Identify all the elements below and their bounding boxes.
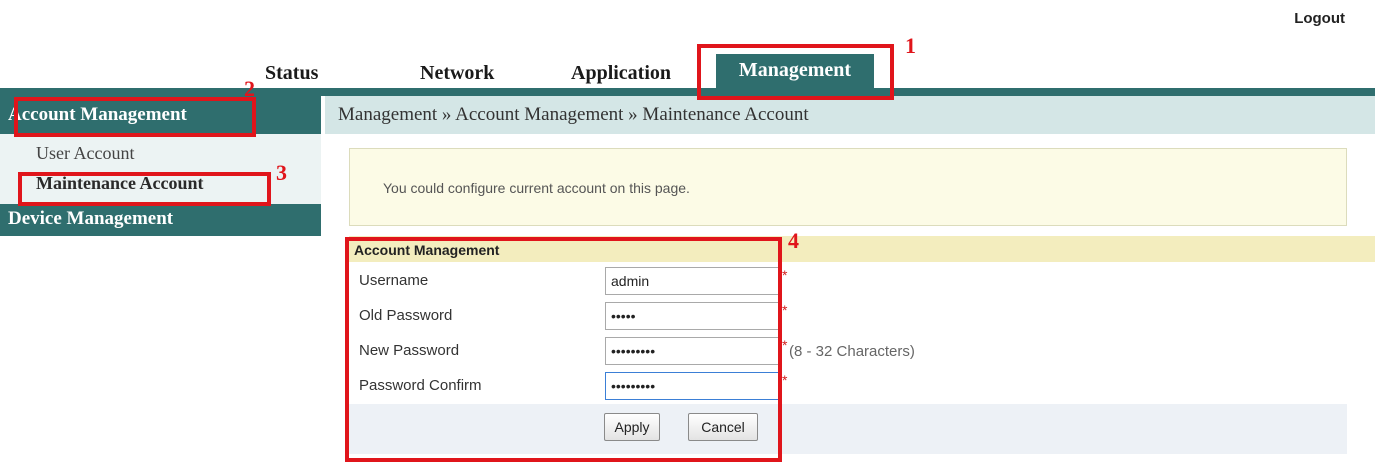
annotation-number-1: 1 xyxy=(905,33,916,58)
tab-network[interactable]: Network xyxy=(420,58,494,88)
annotation-number-2: 2 xyxy=(244,76,255,101)
info-message: You could configure current account on t… xyxy=(349,148,1347,226)
sidebar-item-user-account[interactable]: User Account xyxy=(0,140,321,170)
annotation-number-3: 3 xyxy=(276,160,287,185)
annotation-box-1 xyxy=(697,44,894,100)
required-marker: * xyxy=(782,267,788,283)
logout-link[interactable]: Logout xyxy=(1294,10,1345,27)
sidebar-section-device-management[interactable]: Device Management xyxy=(0,204,321,236)
required-marker: * xyxy=(782,302,788,318)
annotation-box-2 xyxy=(14,97,256,137)
sidebar: Account Management User Account Maintena… xyxy=(0,96,321,464)
tab-application[interactable]: Application xyxy=(571,58,671,88)
breadcrumb: Management » Account Management » Mainte… xyxy=(325,96,1375,134)
required-marker: * xyxy=(782,337,788,353)
annotation-number-4: 4 xyxy=(788,228,799,253)
password-length-hint: (8 - 32 Characters) xyxy=(789,343,915,360)
annotation-box-4 xyxy=(345,237,782,462)
tab-bar-underline xyxy=(0,88,1375,96)
annotation-box-3 xyxy=(18,172,271,206)
required-marker: * xyxy=(782,372,788,388)
main-tabs: Status Network Application Management xyxy=(0,54,1375,88)
tab-status[interactable]: Status xyxy=(265,58,318,88)
